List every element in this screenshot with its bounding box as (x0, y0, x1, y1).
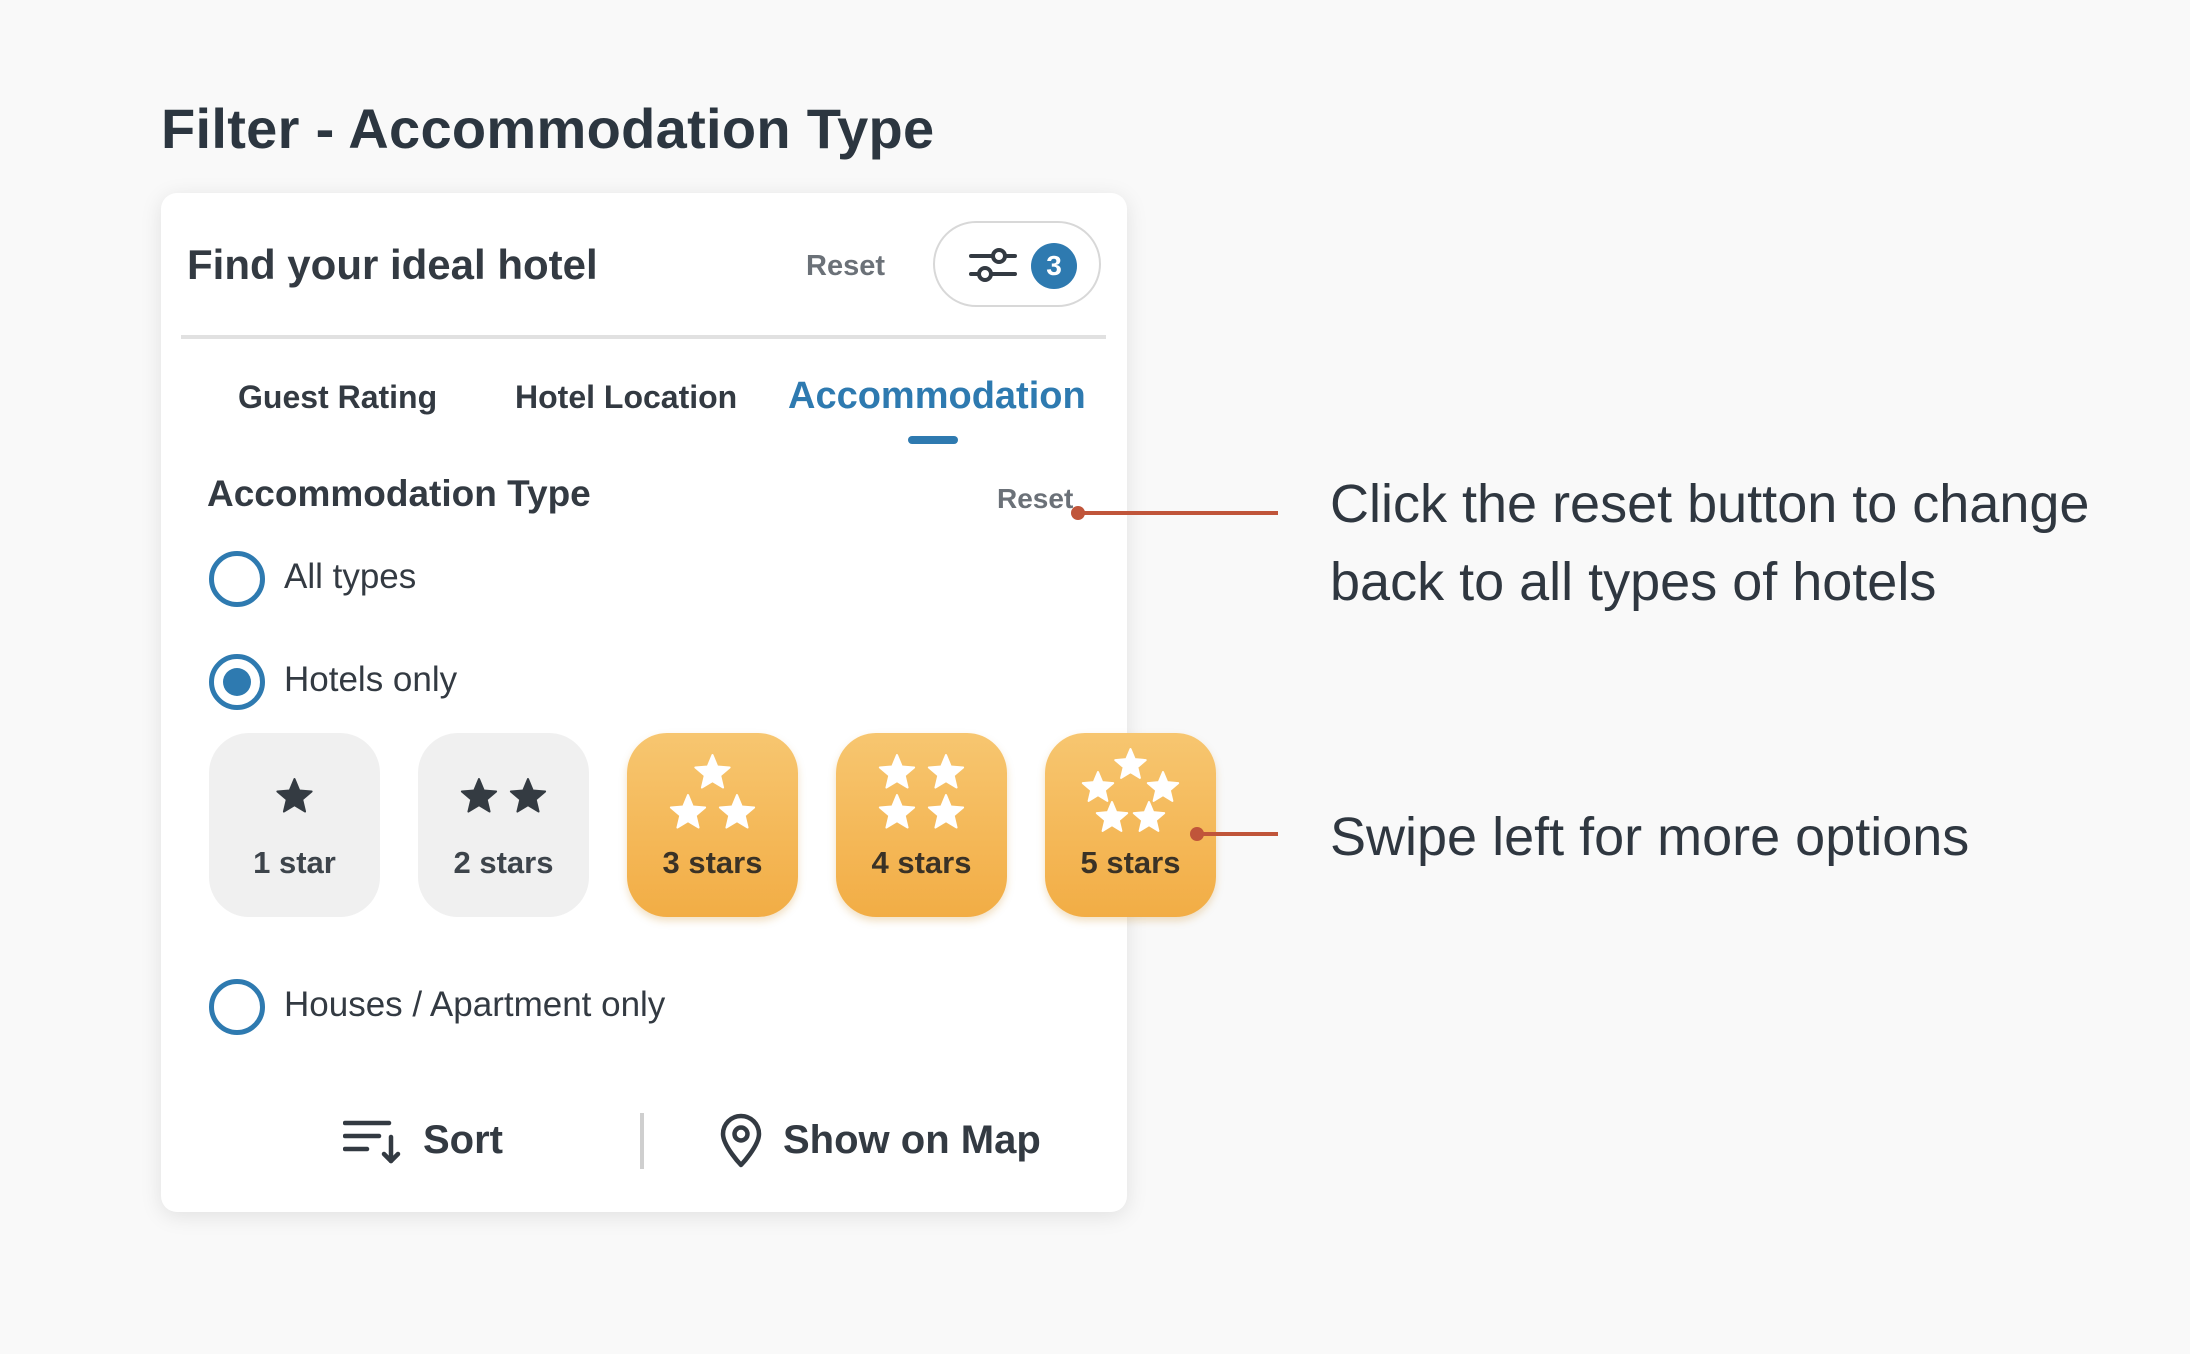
annotation-lines (1071, 506, 1278, 841)
annotation-dot-reset (1071, 506, 1085, 520)
annotation-dot-swipe (1190, 827, 1204, 841)
annotation-reset-text: Click the reset button to change back to… (1330, 474, 2090, 612)
annotation-swipe-text: Swipe left for more options (1330, 807, 1970, 867)
